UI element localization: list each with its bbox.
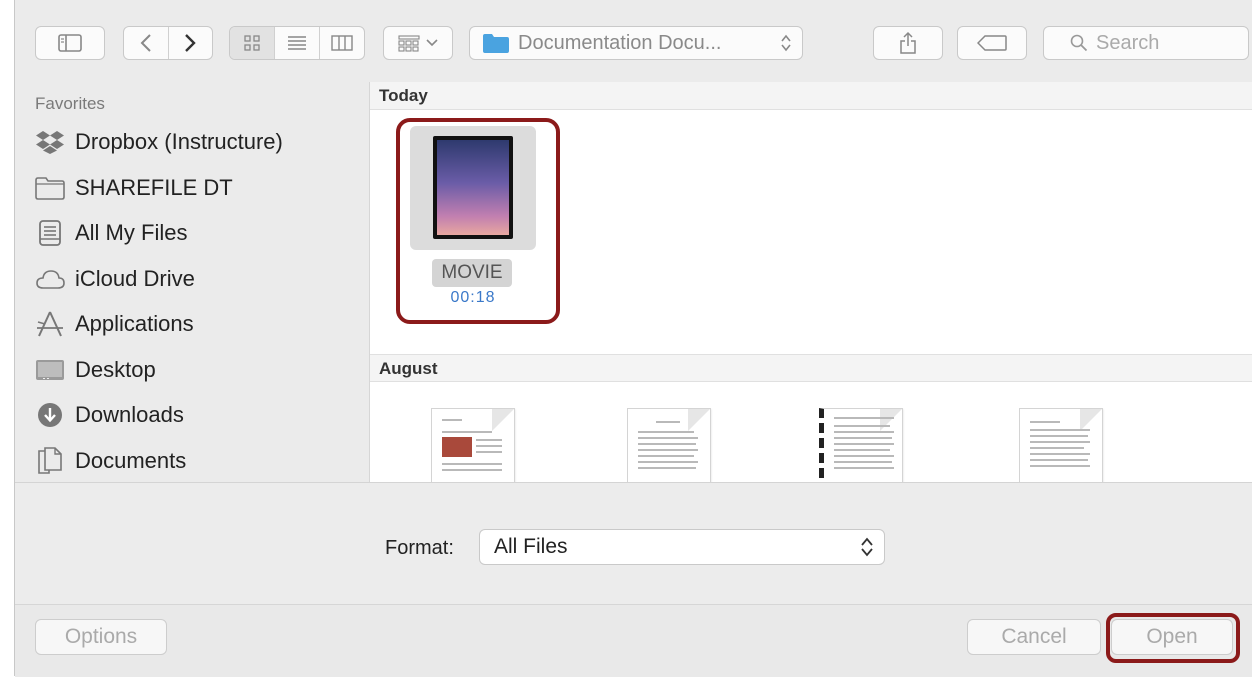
search-field[interactable]: Search bbox=[1043, 26, 1249, 60]
sidebar-item-label: All My Files bbox=[75, 220, 188, 245]
search-placeholder: Search bbox=[1096, 31, 1160, 54]
chevron-down-icon bbox=[426, 39, 438, 47]
view-mode-selector bbox=[229, 26, 365, 60]
document-thumbnail-1[interactable] bbox=[431, 408, 517, 484]
sidebar-item-downloads[interactable]: Downloads bbox=[35, 397, 184, 433]
back-button[interactable] bbox=[124, 27, 169, 59]
sidebar-item-dropbox[interactable]: Dropbox (Instructure) bbox=[35, 124, 283, 160]
sidebar-item-applications[interactable]: Applications bbox=[35, 306, 194, 342]
desktop-icon bbox=[36, 360, 64, 380]
list-view-button[interactable] bbox=[275, 27, 320, 59]
search-icon bbox=[1070, 34, 1088, 52]
options-button[interactable]: Options bbox=[35, 619, 167, 655]
dropbox-icon bbox=[36, 131, 64, 154]
document-thumbnail-4[interactable] bbox=[1019, 408, 1105, 484]
tag-button[interactable] bbox=[957, 26, 1027, 60]
sidebar: Favorites Dropbox (Instructure) SHAREFIL… bbox=[15, 82, 370, 482]
column-view-button[interactable] bbox=[320, 27, 364, 59]
chevron-right-icon bbox=[185, 34, 196, 52]
tag-icon bbox=[977, 35, 1007, 51]
icon-view-button[interactable] bbox=[230, 27, 275, 59]
location-label: Documentation Docu... bbox=[518, 31, 722, 54]
sidebar-item-label: Downloads bbox=[75, 402, 184, 427]
cancel-button[interactable]: Cancel bbox=[967, 619, 1101, 655]
all-files-icon bbox=[39, 220, 61, 246]
documents-icon bbox=[38, 447, 62, 474]
arrange-button[interactable] bbox=[383, 26, 453, 60]
sidebar-item-label: Applications bbox=[75, 311, 194, 336]
format-area: Format: All Files bbox=[15, 482, 1252, 605]
sidebar-heading: Favorites bbox=[35, 94, 105, 113]
sidebar-item-desktop[interactable]: Desktop bbox=[35, 352, 156, 388]
bottom-bar: Options Cancel Open bbox=[15, 604, 1252, 677]
format-label: Format: bbox=[385, 537, 454, 559]
sidebar-item-label: Dropbox (Instructure) bbox=[75, 129, 283, 154]
document-thumbnail-2[interactable] bbox=[627, 408, 713, 484]
sidebar-item-sharefile[interactable]: SHAREFILE DT bbox=[35, 170, 233, 206]
section-header-today: Today bbox=[370, 82, 1252, 110]
sidebar-item-label: iCloud Drive bbox=[75, 266, 195, 291]
sidebar-icon bbox=[58, 34, 82, 52]
grid-icon bbox=[244, 35, 260, 51]
sidebar-item-label: Desktop bbox=[75, 357, 156, 382]
arrange-icon bbox=[398, 35, 420, 52]
columns-icon bbox=[331, 35, 353, 51]
folder-icon bbox=[483, 34, 509, 53]
forward-button[interactable] bbox=[169, 27, 213, 59]
updown-arrows-icon bbox=[861, 537, 873, 557]
open-file-dialog: Documentation Docu... Search Favorites D… bbox=[14, 0, 1252, 677]
sidebar-toggle-button[interactable] bbox=[35, 26, 105, 60]
section-header-august: August bbox=[370, 354, 1252, 382]
document-thumbnail-3[interactable] bbox=[819, 408, 905, 484]
sidebar-item-label: SHAREFILE DT bbox=[75, 175, 233, 200]
updown-arrows-icon bbox=[781, 34, 791, 52]
format-value: All Files bbox=[494, 535, 568, 558]
share-icon bbox=[900, 31, 916, 54]
list-icon bbox=[288, 36, 306, 50]
sidebar-item-documents[interactable]: Documents bbox=[35, 443, 186, 479]
share-button[interactable] bbox=[873, 26, 943, 60]
sidebar-item-all-my-files[interactable]: All My Files bbox=[35, 215, 187, 251]
navigation-buttons bbox=[123, 26, 213, 60]
applications-icon bbox=[37, 311, 63, 337]
cloud-icon bbox=[36, 270, 65, 289]
sidebar-item-icloud[interactable]: iCloud Drive bbox=[35, 261, 195, 297]
downloads-icon bbox=[38, 403, 62, 427]
toolbar: Documentation Docu... Search bbox=[15, 0, 1252, 83]
location-popup[interactable]: Documentation Docu... bbox=[469, 26, 803, 60]
format-select[interactable]: All Files bbox=[479, 529, 885, 565]
movie-highlight bbox=[396, 118, 560, 324]
chevron-left-icon bbox=[140, 34, 151, 52]
sidebar-item-label: Documents bbox=[75, 448, 187, 473]
folder-icon bbox=[35, 177, 65, 200]
open-highlight bbox=[1106, 613, 1240, 663]
